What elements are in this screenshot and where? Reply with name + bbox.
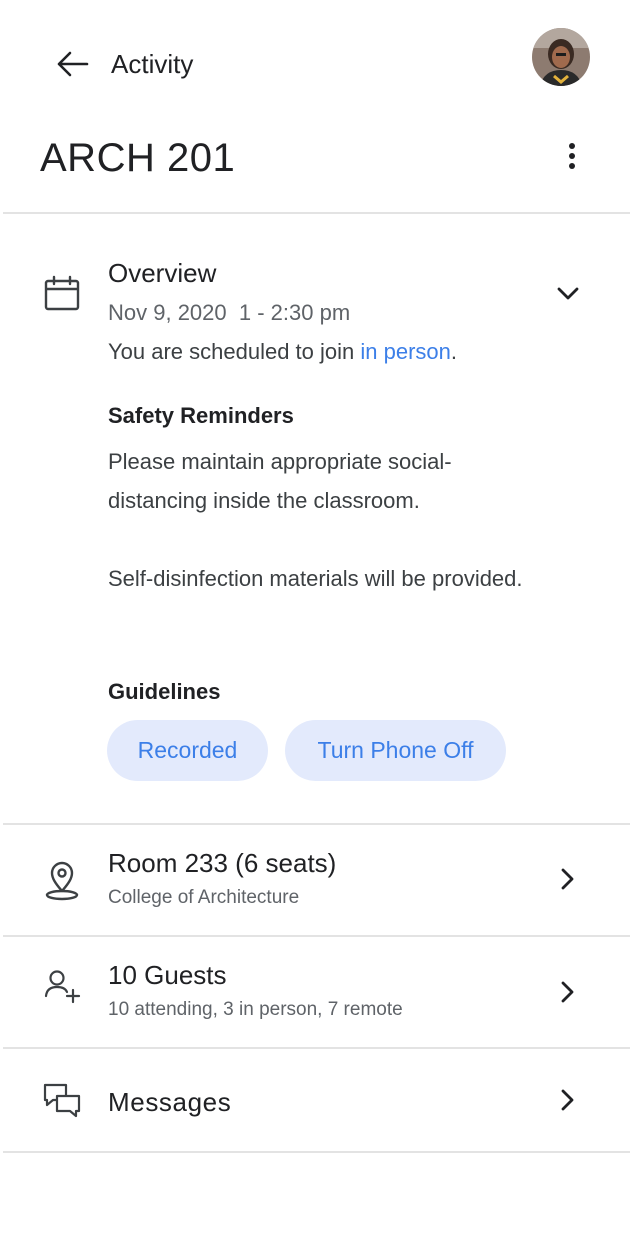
chat-bubbles-icon [42, 1082, 82, 1120]
course-title: ARCH 201 [40, 136, 236, 180]
attendance-mode-text: You are scheduled to join in person. [108, 337, 457, 367]
more-vertical-icon [569, 143, 575, 169]
safety-reminder-text: Please maintain appropriate social-dista… [108, 449, 452, 513]
guests-chevron[interactable] [550, 974, 586, 1010]
chevron-right-icon [561, 868, 574, 890]
messages-title: Messages [108, 1087, 232, 1117]
overview-title: Overview [108, 258, 217, 288]
guests-title: 10 Guests [108, 960, 227, 990]
chevron-down-icon [557, 287, 579, 300]
divider [3, 212, 630, 214]
safety-reminder-text: Self-disinfection materials will be prov… [108, 566, 523, 591]
add-person-icon [42, 968, 82, 1004]
event-date-time: Nov 9, 2020 1 - 2:30 pm [108, 300, 351, 325]
collapse-overview-button[interactable] [550, 276, 586, 312]
guests-subtitle: 10 attending, 3 in person, 7 remote [108, 999, 403, 1020]
location-chevron[interactable] [550, 861, 586, 897]
guidelines-heading: Guidelines [108, 679, 221, 704]
chevron-right-icon [561, 1089, 574, 1111]
guideline-chip-turn-phone-off[interactable]: Turn Phone Off [285, 720, 506, 781]
messages-row[interactable] [3, 1049, 630, 1153]
chevron-right-icon [561, 981, 574, 1003]
attendance-mode-link[interactable]: in person [360, 339, 451, 364]
app-header: Activity [0, 0, 630, 120]
location-row[interactable] [3, 825, 630, 935]
divider [3, 1151, 630, 1153]
back-button[interactable] [52, 44, 92, 84]
calendar-icon [42, 274, 82, 314]
messages-chevron[interactable] [550, 1082, 586, 1118]
avatar[interactable] [532, 28, 590, 86]
more-options-button[interactable] [552, 136, 592, 176]
guideline-chip-recorded[interactable]: Recorded [107, 720, 268, 781]
room-subtitle: College of Architecture [108, 887, 300, 908]
header-title: Activity [111, 49, 194, 79]
attendance-suffix: . [450, 339, 458, 364]
guests-row[interactable] [3, 937, 630, 1047]
safety-reminders-heading: Safety Reminders [108, 403, 294, 428]
location-pin-icon [42, 860, 82, 902]
attendance-prefix: You are scheduled to join [108, 339, 361, 364]
room-title: Room 233 (6 seats) [108, 848, 337, 878]
user-avatar-image [532, 28, 590, 86]
arrow-left-icon [57, 51, 89, 77]
